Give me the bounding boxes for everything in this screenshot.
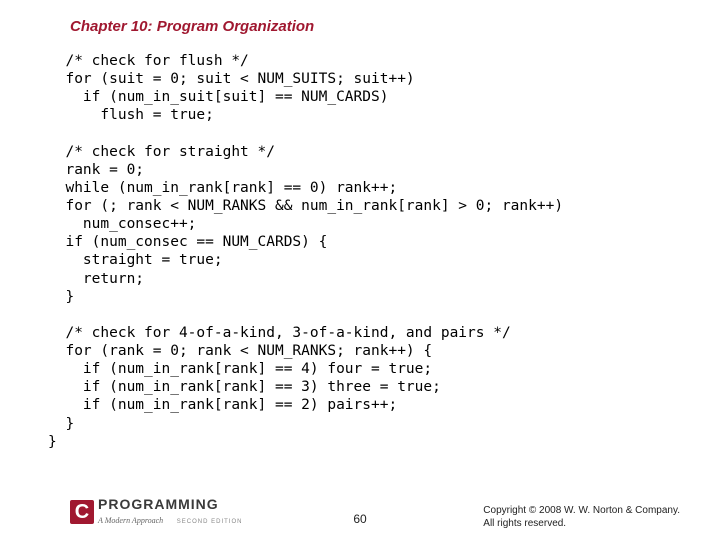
code-listing: /* check for flush */ for (suit = 0; sui…	[48, 52, 563, 451]
logo-text: PROGRAMMING A Modern Approach SECOND EDI…	[98, 497, 242, 527]
copyright-line1: Copyright © 2008 W. W. Norton & Company.	[483, 504, 680, 517]
logo-subtitle: A Modern Approach	[98, 516, 163, 525]
page-number: 60	[353, 512, 366, 526]
copyright-line2: All rights reserved.	[483, 517, 680, 530]
logo-main-text: PROGRAMMING	[98, 497, 242, 511]
book-logo: C PROGRAMMING A Modern Approach SECOND E…	[70, 497, 242, 527]
logo-c-icon: C	[70, 500, 94, 524]
chapter-title: Chapter 10: Program Organization	[70, 18, 314, 35]
logo-subline: A Modern Approach SECOND EDITION	[98, 511, 242, 527]
logo-edition: SECOND EDITION	[177, 519, 243, 525]
copyright: Copyright © 2008 W. W. Norton & Company.…	[483, 504, 680, 530]
